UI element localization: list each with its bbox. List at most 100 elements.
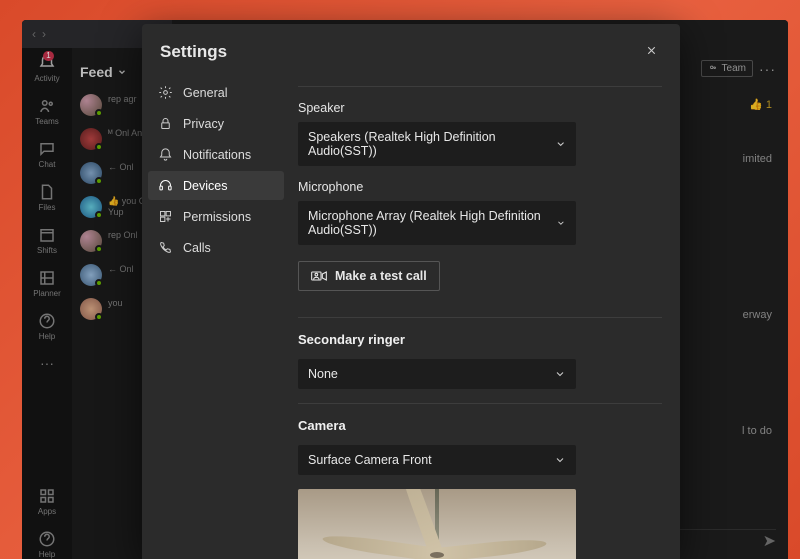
nav-label: Notifications (183, 148, 251, 162)
chevron-down-icon (554, 454, 566, 466)
camera-title: Camera (298, 418, 662, 433)
rail-label: Files (39, 203, 56, 212)
rail-shifts[interactable]: Shifts (37, 226, 57, 255)
desktop: ‹ › — ▢ ✕ 1 Activity Teams Chat (0, 0, 800, 559)
make-test-call-button[interactable]: Make a test call (298, 261, 440, 291)
close-icon (645, 44, 658, 57)
rail-label: Teams (35, 117, 59, 126)
rail-label: Chat (39, 160, 56, 169)
phone-icon (158, 240, 173, 255)
secondary-ringer-dropdown[interactable]: None (298, 359, 576, 389)
microphone-label: Microphone (298, 180, 662, 194)
rail-help-bottom[interactable]: Help (38, 530, 56, 559)
settings-dialog: Settings General Privacy Notifications (142, 24, 680, 559)
rail-teams[interactable]: Teams (35, 97, 59, 126)
help-icon (38, 530, 56, 548)
nav-label: Calls (183, 241, 211, 255)
apps-icon (38, 487, 56, 505)
microphone-value: Microphone Array (Realtek High Definitio… (308, 209, 556, 237)
rail-label: Apps (38, 507, 56, 516)
feed-title: Feed (80, 64, 113, 80)
rail-label: Activity (34, 74, 59, 83)
app-rail: 1 Activity Teams Chat Files Shifts (22, 20, 72, 559)
rail-label: Planner (33, 289, 61, 298)
rail-chat[interactable]: Chat (38, 140, 56, 169)
settings-title: Settings (160, 42, 227, 62)
feed-text: rep agr (108, 94, 137, 105)
rail-label: Help (39, 332, 55, 341)
camera-preview: Preview (298, 489, 576, 559)
nav-notifications[interactable]: Notifications (148, 140, 284, 169)
nav-privacy[interactable]: Privacy (148, 109, 284, 138)
reaction-count: 1 (766, 99, 772, 111)
preview-object (430, 552, 444, 558)
nav-label: Privacy (183, 117, 224, 131)
feed-text: ᴹ Onl Ant (108, 128, 145, 139)
send-icon[interactable]: ➤ (763, 531, 776, 551)
rail-more[interactable]: ··· (40, 355, 54, 371)
rail-files[interactable]: Files (38, 183, 56, 212)
bell-icon (158, 147, 173, 162)
nav-label: Permissions (183, 210, 251, 224)
teams-icon (38, 97, 56, 115)
nav-devices[interactable]: Devices (148, 171, 284, 200)
divider (298, 403, 662, 404)
rail-activity[interactable]: 1 Activity (34, 54, 59, 83)
secondary-ringer-value: None (308, 367, 338, 381)
microphone-dropdown[interactable]: Microphone Array (Realtek High Definitio… (298, 201, 576, 245)
preview-object (436, 537, 547, 559)
settings-nav: General Privacy Notifications Devices Pe… (142, 72, 290, 559)
chat-icon (38, 140, 56, 158)
chevron-down-icon (554, 368, 566, 380)
divider (298, 86, 662, 87)
settings-content: Speaker Speakers (Realtek High Definitio… (290, 72, 680, 559)
message-stub: erway (676, 309, 772, 321)
speaker-label: Speaker (298, 101, 662, 115)
chevron-down-icon (556, 217, 566, 229)
preview-object (322, 532, 438, 559)
chevron-down-icon (555, 138, 566, 150)
nav-label: General (183, 86, 227, 100)
rail-help[interactable]: Help (38, 312, 56, 341)
avatar (80, 94, 102, 116)
speaker-value: Speakers (Realtek High Definition Audio(… (308, 130, 555, 158)
camera-dropdown[interactable]: Surface Camera Front (298, 445, 576, 475)
rail-label: Shifts (37, 246, 57, 255)
nav-permissions[interactable]: Permissions (148, 202, 284, 231)
avatar (80, 298, 102, 320)
back-arrow-icon[interactable]: ‹ (32, 27, 36, 41)
fwd-arrow-icon[interactable]: › (42, 27, 46, 41)
shifts-icon (38, 226, 56, 244)
people-icon (708, 64, 718, 74)
headset-icon (158, 178, 173, 193)
help-icon (38, 312, 56, 330)
nav-calls[interactable]: Calls (148, 233, 284, 262)
gear-icon (158, 85, 173, 100)
nav-label: Devices (183, 179, 227, 193)
feed-text: ← Onl (108, 264, 134, 275)
message-stub: imited (676, 153, 772, 165)
reaction-thumbs-up[interactable]: 👍 1 (676, 98, 772, 111)
permissions-icon (158, 209, 173, 224)
more-button[interactable]: ··· (759, 61, 776, 77)
team-button[interactable]: Team (701, 60, 753, 77)
speaker-dropdown[interactable]: Speakers (Realtek High Definition Audio(… (298, 122, 576, 166)
chevron-down-icon (117, 67, 127, 77)
rail-apps[interactable]: Apps (38, 487, 56, 516)
test-call-icon (311, 269, 327, 283)
avatar (80, 230, 102, 252)
planner-icon (38, 269, 56, 287)
nav-arrows: ‹ › (32, 27, 46, 41)
avatar (80, 128, 102, 150)
close-button[interactable] (641, 40, 662, 64)
test-call-label: Make a test call (335, 269, 427, 283)
thumbs-up-icon: 👍 (749, 98, 763, 111)
rail-planner[interactable]: Planner (33, 269, 61, 298)
message-stub: l to do (676, 425, 772, 437)
camera-value: Surface Camera Front (308, 453, 432, 467)
feed-text: you (108, 298, 123, 309)
divider (298, 317, 662, 318)
lock-icon (158, 116, 173, 131)
avatar (80, 196, 102, 218)
nav-general[interactable]: General (148, 78, 284, 107)
